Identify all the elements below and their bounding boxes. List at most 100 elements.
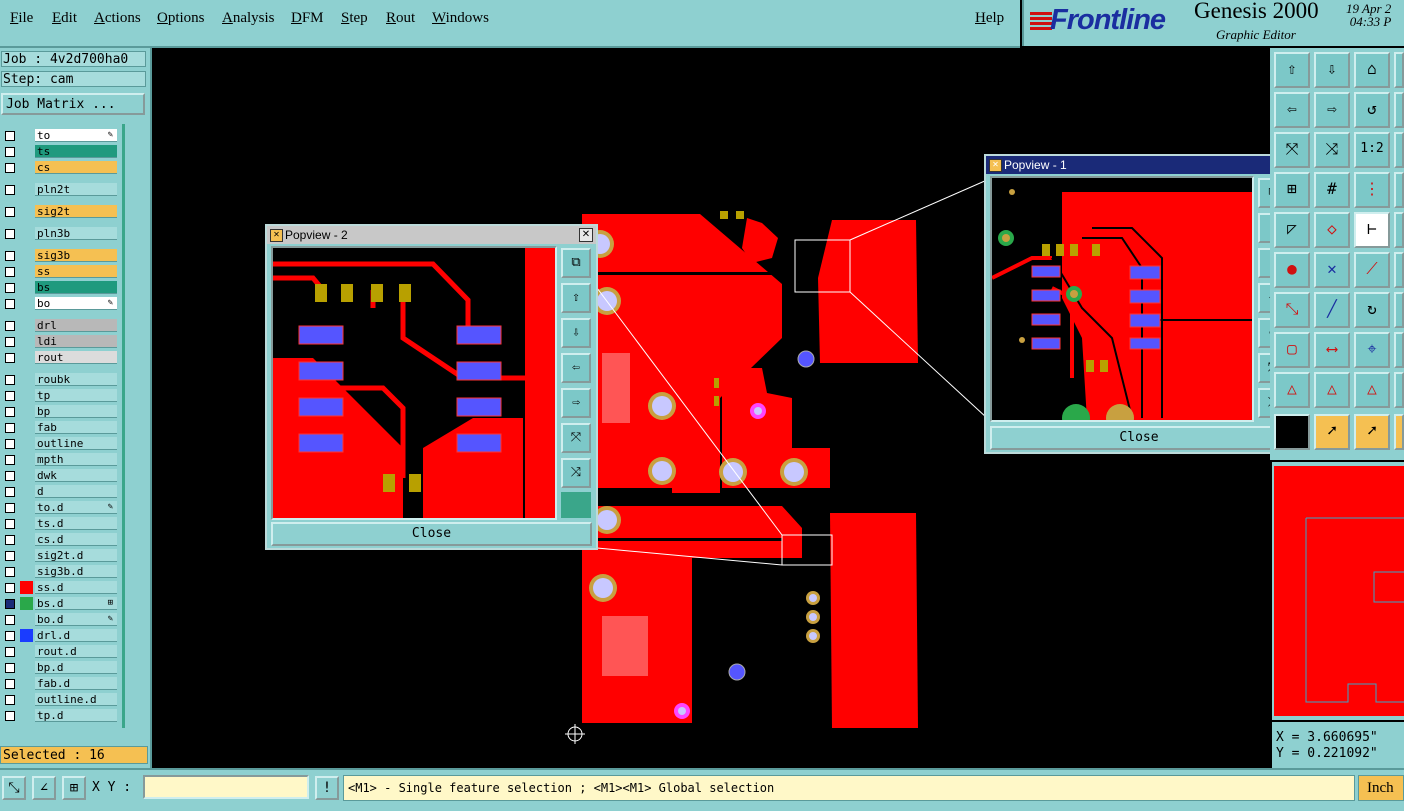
- layer-row[interactable]: fab: [0, 420, 120, 435]
- layer-color-swatch[interactable]: [20, 129, 33, 142]
- layer-color-swatch[interactable]: [20, 145, 33, 158]
- layer-row[interactable]: bs.d ⊞: [0, 596, 120, 611]
- layer-row[interactable]: ldi: [0, 334, 120, 349]
- layer-color-swatch[interactable]: [20, 389, 33, 402]
- menu-dfm[interactable]: DFM: [291, 10, 324, 27]
- undo-zoom-icon[interactable]: ↺: [1354, 92, 1390, 128]
- view-down-icon[interactable]: ⇩: [1314, 52, 1350, 88]
- layer-color-swatch[interactable]: [20, 677, 33, 690]
- layer-row[interactable]: to ✎: [0, 128, 120, 143]
- popview-2-titlebar[interactable]: ✕ Popview - 2 ✕: [267, 226, 596, 244]
- layer-name[interactable]: tp: [35, 389, 117, 402]
- layer-checkbox[interactable]: [5, 391, 15, 401]
- tool-partial-icon[interactable]: [1394, 52, 1404, 88]
- layer-color-swatch[interactable]: [20, 533, 33, 546]
- alert-icon[interactable]: !: [315, 776, 339, 800]
- layer-row[interactable]: tp: [0, 388, 120, 403]
- layer-row[interactable]: bs: [0, 280, 120, 295]
- ruler-icon[interactable]: ⊢: [1354, 212, 1390, 248]
- xy-input[interactable]: [143, 775, 309, 799]
- layer-row[interactable]: rout: [0, 350, 120, 365]
- layer-color-swatch[interactable]: [20, 265, 33, 278]
- layer-row[interactable]: pln2t: [0, 182, 120, 197]
- layer-color-swatch[interactable]: [20, 405, 33, 418]
- layer-row[interactable]: drl.d: [0, 628, 120, 643]
- menu-help[interactable]: Help: [975, 10, 1004, 27]
- polygon-icon[interactable]: ◇: [1314, 212, 1350, 248]
- layer-checkbox[interactable]: [5, 283, 15, 293]
- layer-row[interactable]: to.d ✎: [0, 500, 120, 515]
- trim-icon[interactable]: ⤡: [1274, 292, 1310, 328]
- layer-name[interactable]: bo ✎: [35, 297, 117, 310]
- pointer-icon[interactable]: ➚: [1314, 414, 1350, 450]
- menu-windows[interactable]: Windows: [432, 10, 489, 27]
- layer-checkbox[interactable]: [5, 147, 15, 157]
- popview-zoom-out-button[interactable]: ⤨: [561, 458, 591, 488]
- layer-name[interactable]: to ✎: [35, 129, 117, 142]
- layer-checkbox[interactable]: [5, 679, 15, 689]
- tool-partial-icon[interactable]: [1394, 414, 1404, 450]
- window-menu-icon[interactable]: ✕: [270, 229, 283, 242]
- layer-checkbox[interactable]: [5, 267, 15, 277]
- popview-2-view[interactable]: [271, 246, 557, 520]
- layer-name[interactable]: cs: [35, 161, 117, 174]
- arc-icon[interactable]: ↻: [1354, 292, 1390, 328]
- job-matrix-button[interactable]: Job Matrix ...: [1, 93, 145, 115]
- line-icon[interactable]: ╱: [1314, 292, 1350, 328]
- layer-checkbox[interactable]: [5, 423, 15, 433]
- triangle-left-icon[interactable]: △: [1274, 372, 1310, 408]
- layer-row[interactable]: bp.d: [0, 660, 120, 675]
- menu-step[interactable]: Step: [341, 10, 368, 27]
- view-up-icon[interactable]: ⇧: [1274, 52, 1310, 88]
- layer-name[interactable]: cs.d: [35, 533, 117, 546]
- layer-color-swatch[interactable]: [20, 351, 33, 364]
- move-icon[interactable]: ⟷: [1314, 332, 1350, 368]
- layer-checkbox[interactable]: [5, 471, 15, 481]
- popview-2-close-button[interactable]: Close: [271, 522, 592, 546]
- layer-color-swatch[interactable]: [20, 613, 33, 626]
- layer-name[interactable]: sig2t.d: [35, 549, 117, 562]
- layer-color-swatch[interactable]: [20, 645, 33, 658]
- line-add-icon[interactable]: ⟋: [1354, 252, 1390, 288]
- layer-name[interactable]: ldi: [35, 335, 117, 348]
- layer-color-swatch[interactable]: [20, 297, 33, 310]
- layer-name[interactable]: bo.d ✎: [35, 613, 117, 626]
- layer-checkbox[interactable]: [5, 535, 15, 545]
- layer-checkbox[interactable]: [5, 551, 15, 561]
- menu-actions[interactable]: Actions: [94, 10, 141, 27]
- zoom-in-icon[interactable]: ⤧: [1274, 132, 1310, 168]
- layer-color-swatch[interactable]: [20, 485, 33, 498]
- layer-color-swatch[interactable]: [20, 205, 33, 218]
- layer-row[interactable]: cs.d: [0, 532, 120, 547]
- layer-name[interactable]: pln3b: [35, 227, 117, 240]
- tool-partial-icon[interactable]: [1394, 252, 1404, 288]
- layer-checkbox[interactable]: [5, 439, 15, 449]
- popview-1-view[interactable]: [990, 176, 1254, 422]
- layer-color-swatch[interactable]: [20, 373, 33, 386]
- layer-row[interactable]: sig2t: [0, 204, 120, 219]
- layer-name[interactable]: sig2t: [35, 205, 117, 218]
- layer-color-swatch[interactable]: [20, 565, 33, 578]
- popview-1-titlebar[interactable]: ✕ Popview - 1 ✕: [986, 156, 1292, 174]
- layer-checkbox[interactable]: [5, 353, 15, 363]
- layer-name[interactable]: ss: [35, 265, 117, 278]
- popview-zoom-in-button[interactable]: ⤧: [561, 423, 591, 453]
- layer-color-swatch[interactable]: [20, 161, 33, 174]
- layer-checkbox[interactable]: [5, 599, 15, 609]
- layer-checkbox[interactable]: [5, 299, 15, 309]
- layer-row[interactable]: ss.d: [0, 580, 120, 595]
- layer-color-swatch[interactable]: [20, 281, 33, 294]
- layer-name[interactable]: fab.d: [35, 677, 117, 690]
- layer-name[interactable]: ts.d: [35, 517, 117, 530]
- layer-name[interactable]: ts: [35, 145, 117, 158]
- layer-row[interactable]: ss: [0, 264, 120, 279]
- layer-checkbox[interactable]: [5, 207, 15, 217]
- layer-name[interactable]: rout: [35, 351, 117, 364]
- layer-color-swatch[interactable]: [20, 629, 33, 642]
- layer-row[interactable]: rout.d: [0, 644, 120, 659]
- layer-checkbox[interactable]: [5, 131, 15, 141]
- popview-up-button[interactable]: ⇧: [561, 283, 591, 313]
- layer-checkbox[interactable]: [5, 615, 15, 625]
- pad-icon[interactable]: ●: [1274, 252, 1310, 288]
- layer-name[interactable]: ss.d: [35, 581, 117, 594]
